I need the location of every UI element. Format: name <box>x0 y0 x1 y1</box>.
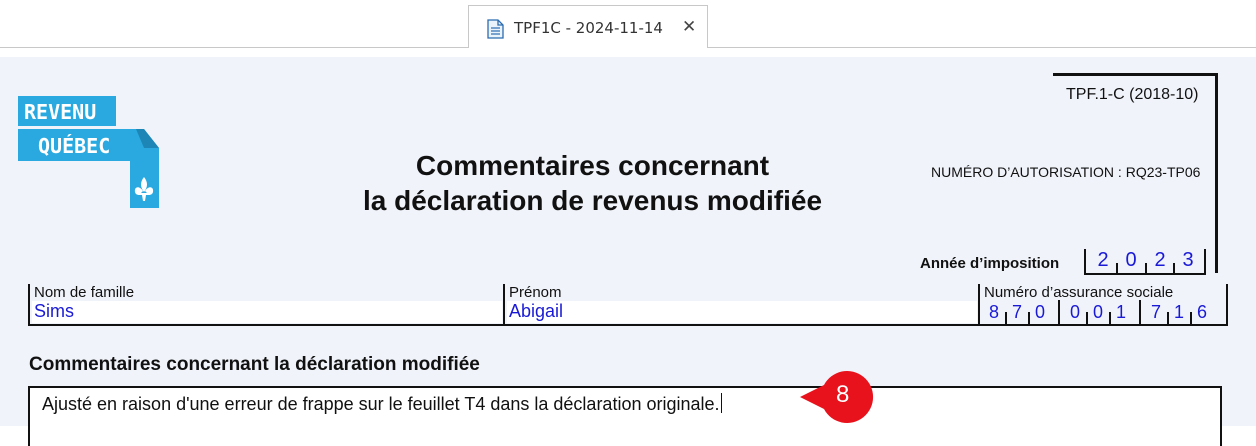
tax-year-digit: 3 <box>1182 249 1194 271</box>
sin-digit: 6 <box>1196 302 1207 322</box>
document-icon <box>487 19 504 39</box>
sin-digit: 1 <box>1173 302 1184 322</box>
comments-section-title: Commentaires concernant la déclaration m… <box>29 354 480 375</box>
digit-separator <box>1167 312 1169 324</box>
document-tab[interactable]: TPF1C - 2024-11-14 ✕ <box>468 5 708 48</box>
callout-number: 8 <box>836 381 850 408</box>
form-frame-top <box>1053 73 1218 76</box>
sin-digit: 8 <box>988 302 999 322</box>
tab-title: TPF1C - 2024-11-14 <box>514 19 663 37</box>
digit-separator <box>1109 312 1111 324</box>
digit-separator <box>1116 263 1118 273</box>
tax-year-digit: 0 <box>1125 249 1137 271</box>
first-name-value: Abigail <box>507 301 977 323</box>
first-name-field[interactable]: Prénom Abigail <box>503 284 979 326</box>
sin-digit: 1 <box>1115 302 1126 322</box>
close-icon[interactable]: ✕ <box>682 17 696 37</box>
sin-digit: 7 <box>1150 302 1161 322</box>
logo-word-quebec: QUÉBEC <box>38 134 110 158</box>
digit-separator <box>1028 312 1030 324</box>
digit-group-separator <box>1139 300 1141 324</box>
comments-text: Ajusté en raison d'une erreur de frappe … <box>42 393 722 415</box>
sin-digit: 0 <box>1069 302 1080 322</box>
last-name-field[interactable]: Nom de famille Sims <box>28 284 504 326</box>
sin-digit: 0 <box>1034 302 1045 322</box>
form-frame-right <box>1215 73 1218 273</box>
digit-group-separator <box>1058 300 1060 324</box>
revenu-quebec-logo: REVENU QUÉBEC <box>18 96 159 208</box>
sin-digit: 7 <box>1011 302 1022 322</box>
tax-year-label: Année d’imposition <box>920 255 1060 272</box>
text-caret <box>720 393 722 413</box>
authorization-number: NUMÉRO D’AUTORISATION : RQ23-TP06 <box>931 164 1201 180</box>
first-name-label: Prénom <box>509 284 562 301</box>
tax-year-field[interactable]: 2 0 2 3 <box>1084 249 1206 275</box>
form-code: TPF.1-C (2018-10) <box>1066 86 1199 103</box>
digit-separator <box>1005 312 1007 324</box>
form-title-line2: la déclaration de revenus modifiée <box>362 185 823 216</box>
comments-textarea[interactable]: Ajusté en raison d'une erreur de frappe … <box>28 386 1222 446</box>
last-name-label: Nom de famille <box>34 284 135 301</box>
tab-bar: TPF1C - 2024-11-14 ✕ <box>0 0 1256 48</box>
last-name-value: Sims <box>32 301 502 323</box>
identity-row-bottom-border <box>28 324 1228 326</box>
tax-year-digit: 2 <box>1097 249 1109 271</box>
logo-word-revenu: REVENU <box>24 100 96 124</box>
form-title-line1: Commentaires concernant <box>415 150 770 181</box>
sin-label: Numéro d’assurance sociale <box>984 284 1174 301</box>
digit-separator <box>1173 263 1175 273</box>
digit-separator <box>1190 312 1192 324</box>
tax-year-digit: 2 <box>1154 249 1166 271</box>
digit-separator <box>1145 263 1147 273</box>
comments-text-value: Ajusté en raison d'une erreur de frappe … <box>42 394 720 414</box>
sin-digit: 0 <box>1092 302 1103 322</box>
form-title: Commentaires concernant la déclaration d… <box>300 148 885 218</box>
digit-separator <box>1086 312 1088 324</box>
